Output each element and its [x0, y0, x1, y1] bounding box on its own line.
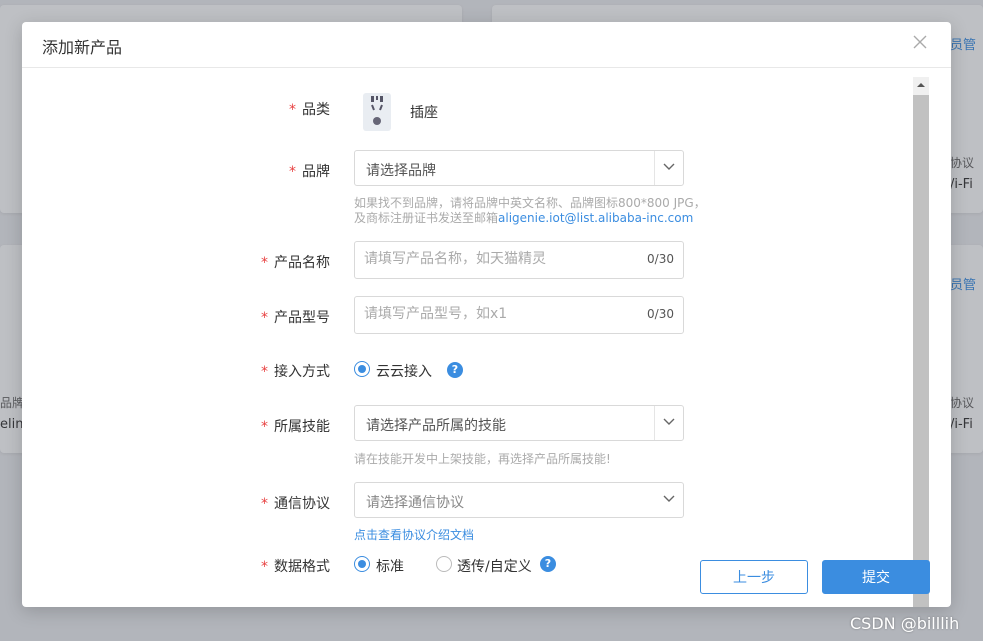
submit-button[interactable]: 提交: [822, 560, 930, 594]
chevron-down-icon[interactable]: [654, 151, 683, 185]
access-cloud-radio[interactable]: [354, 361, 370, 377]
category-label: * 品类: [289, 102, 330, 118]
data-format-custom-radio[interactable]: [436, 556, 452, 572]
prev-step-button[interactable]: 上一步: [700, 560, 808, 594]
scrollbar-thumb[interactable]: [913, 95, 929, 607]
brand-hint-email[interactable]: aligenie.iot@list.alibaba-inc.com: [498, 211, 693, 225]
protocol-select-value: 请选择通信协议: [366, 495, 464, 511]
product-name-field[interactable]: 0/30: [354, 241, 684, 279]
skill-select-value: 请选择产品所属的技能: [366, 418, 506, 434]
skill-label: * 所属技能: [261, 419, 330, 435]
add-product-dialog: 添加新产品 * 品类 插座 * 品牌 请选择品牌 如果找不到品牌，请将品牌中英文名称…: [22, 22, 951, 607]
brand-select[interactable]: 请选择品牌: [354, 150, 684, 186]
dialog-title: 添加新产品: [42, 38, 123, 57]
product-name-label: * 产品名称: [261, 255, 330, 271]
product-model-field[interactable]: 0/30: [354, 296, 684, 334]
protocol-doc-link[interactable]: 点击查看协议介绍文档: [354, 526, 474, 543]
protocol-label: * 通信协议: [261, 496, 330, 512]
dialog-header: 添加新产品: [22, 22, 951, 68]
category-value: 插座: [410, 105, 438, 121]
chevron-down-icon[interactable]: [654, 406, 683, 440]
product-name-input[interactable]: [355, 242, 634, 276]
product-model-label: * 产品型号: [261, 310, 330, 326]
product-name-counter: 0/30: [647, 252, 674, 266]
product-model-input[interactable]: [355, 297, 634, 331]
brand-select-value: 请选择品牌: [366, 163, 436, 179]
vertical-scrollbar[interactable]: [913, 77, 929, 607]
product-model-counter: 0/30: [647, 307, 674, 321]
skill-select[interactable]: 请选择产品所属的技能: [354, 405, 684, 441]
protocol-select[interactable]: 请选择通信协议: [354, 482, 684, 518]
scroll-up-icon[interactable]: [913, 77, 929, 93]
data-format-standard-radio[interactable]: [354, 556, 370, 572]
data-format-label: * 数据格式: [261, 559, 330, 575]
access-method-label: * 接入方式: [261, 364, 330, 380]
chevron-down-icon[interactable]: [655, 483, 683, 517]
skill-hint: 请在技能开发中上架技能，再选择产品所属技能!: [354, 452, 611, 466]
brand-label: * 品牌: [289, 164, 330, 180]
watermark: CSDN @billlih: [850, 614, 960, 633]
data-format-standard-label[interactable]: 标准: [376, 556, 404, 576]
access-cloud-label[interactable]: 云云接入: [376, 361, 432, 381]
close-icon[interactable]: [911, 33, 929, 51]
data-format-custom-label[interactable]: 透传/自定义: [457, 556, 532, 576]
socket-icon: [362, 92, 392, 132]
help-icon[interactable]: ?: [540, 556, 556, 572]
help-icon[interactable]: ?: [447, 362, 463, 378]
brand-hint: 如果找不到品牌，请将品牌中英文名称、品牌图标800*800 JPG， 及商标注册…: [354, 196, 706, 225]
